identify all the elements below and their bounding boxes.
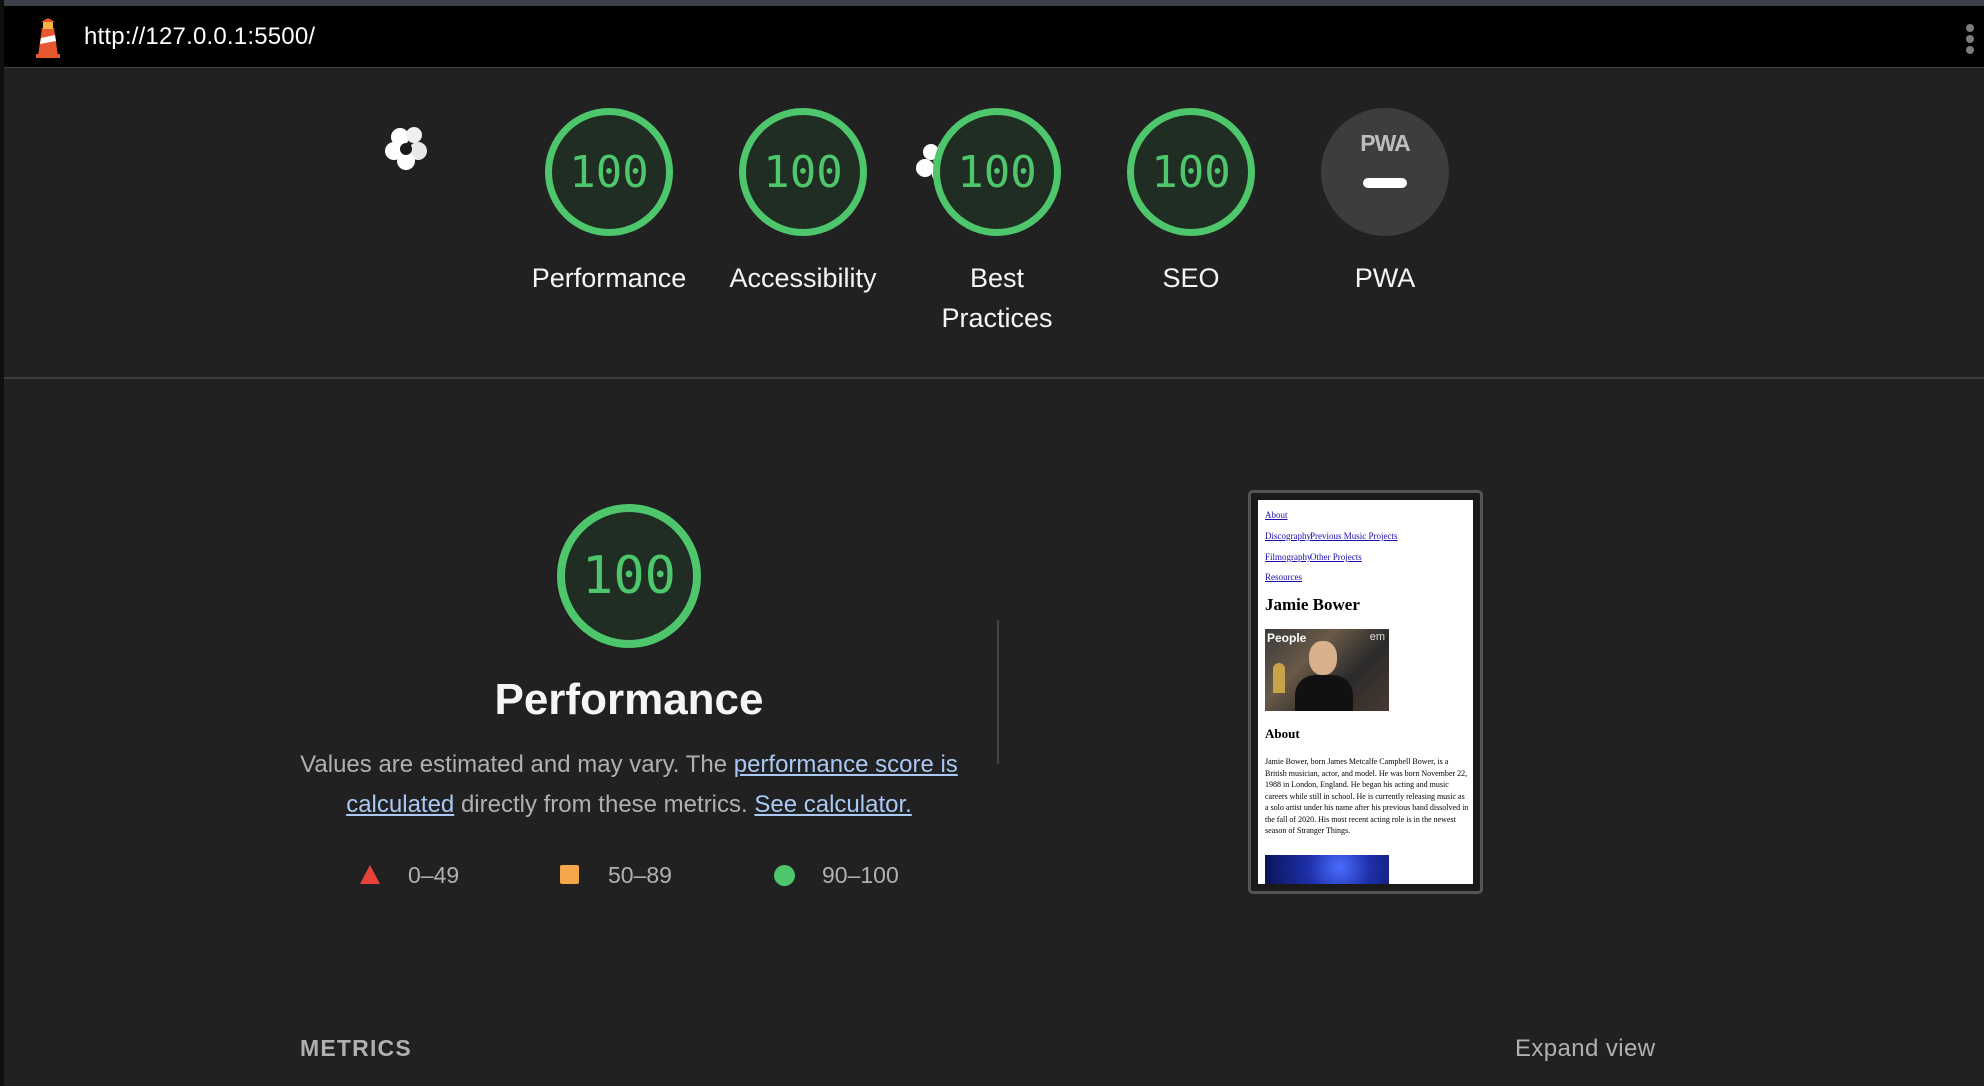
thumb-heading: Jamie Bower: [1265, 595, 1360, 614]
gauge-best-practices[interactable]: 100 Best Practices: [907, 108, 1087, 338]
report-url: http://127.0.0.1:5500/: [84, 23, 316, 50]
score-value: 100: [1151, 146, 1231, 198]
see-calculator-link[interactable]: See calculator.: [754, 791, 911, 818]
pwa-dash-icon: [1363, 178, 1407, 188]
thumb-photo-concert: [1265, 855, 1389, 884]
face-shape: [1309, 641, 1337, 675]
thumb-nav-link: Other Projects: [1310, 552, 1362, 562]
score-value: 100: [569, 146, 649, 198]
score-value: 100: [957, 146, 1037, 198]
gauge-label: SEO: [1162, 263, 1220, 293]
thumb-nav-link: Resources: [1265, 572, 1302, 582]
screenshot-page: About Discography Previous Music Project…: [1258, 500, 1473, 884]
thumb-nav-link: Previous Music Projects: [1310, 531, 1398, 541]
score-circle: 100: [739, 108, 867, 236]
gauge-label: Performance: [531, 263, 687, 293]
final-screenshot[interactable]: About Discography Previous Music Project…: [1248, 490, 1483, 894]
performance-title: Performance: [494, 675, 764, 724]
legend-label: 0–49: [408, 862, 460, 888]
report-topbar: http://127.0.0.1:5500/: [4, 6, 1984, 68]
performance-score-value: 100: [582, 546, 676, 606]
metrics-title: METRICS: [300, 1035, 412, 1061]
thumb-photo: People em: [1265, 629, 1389, 711]
thumb-photo-brand: People: [1267, 631, 1307, 645]
desc-text: Values are estimated and may vary. The: [300, 751, 734, 778]
performance-score-gauge: 100: [557, 504, 701, 648]
gauge-pwa[interactable]: PWA PWA: [1295, 108, 1475, 298]
header-divider: [4, 377, 1984, 379]
lighthouse-report: http://127.0.0.1:5500/ 100 Performance 1…: [0, 0, 1984, 1086]
pwa-badge: PWA: [1321, 108, 1449, 236]
score-value: 100: [763, 146, 843, 198]
kebab-menu-icon[interactable]: [1964, 24, 1976, 56]
thumb-about-text: Jamie Bower, born James Metcalfe Campbel…: [1265, 757, 1469, 835]
gauge-label: Accessibility: [729, 263, 877, 293]
score-circle: 100: [1127, 108, 1255, 236]
vertical-divider: [997, 620, 999, 764]
thumb-nav-link: About: [1265, 510, 1288, 520]
lighthouse-icon: [36, 18, 60, 58]
trophy-icon: [1273, 663, 1285, 693]
category-gauges: 100 Performance 100 Accessibility 100 Be…: [0, 108, 1984, 378]
gauge-performance[interactable]: 100 Performance: [519, 108, 699, 298]
legend-label: 50–89: [608, 862, 672, 888]
thumb-nav-link: Filmography: [1265, 552, 1312, 562]
square-icon: [560, 865, 579, 884]
score-circle: 100: [545, 108, 673, 236]
thumb-about-heading: About: [1265, 726, 1300, 741]
thumb-nav-link: Discography: [1265, 531, 1311, 541]
score-circle: 100: [933, 108, 1061, 236]
gauge-label-line2: Practices: [941, 303, 1053, 333]
gauge-label-line1: Best: [969, 263, 1025, 293]
gauge-label: Best Practices: [907, 258, 1087, 338]
expand-view-button[interactable]: Expand view: [1515, 1035, 1655, 1063]
desc-text: directly from these metrics.: [454, 791, 755, 818]
circle-icon: [774, 865, 795, 886]
gauge-seo[interactable]: 100 SEO: [1101, 108, 1281, 298]
performance-description: Values are estimated and may vary. The p…: [300, 745, 958, 825]
body-shape: [1295, 675, 1353, 711]
thumb-photo-brand2: em: [1369, 631, 1385, 643]
legend-label: 90–100: [822, 862, 899, 888]
pwa-badge-text: PWA: [1360, 130, 1410, 156]
triangle-icon: [360, 865, 380, 884]
gauge-label: PWA: [1354, 263, 1416, 293]
gauge-accessibility[interactable]: 100 Accessibility: [713, 108, 893, 298]
